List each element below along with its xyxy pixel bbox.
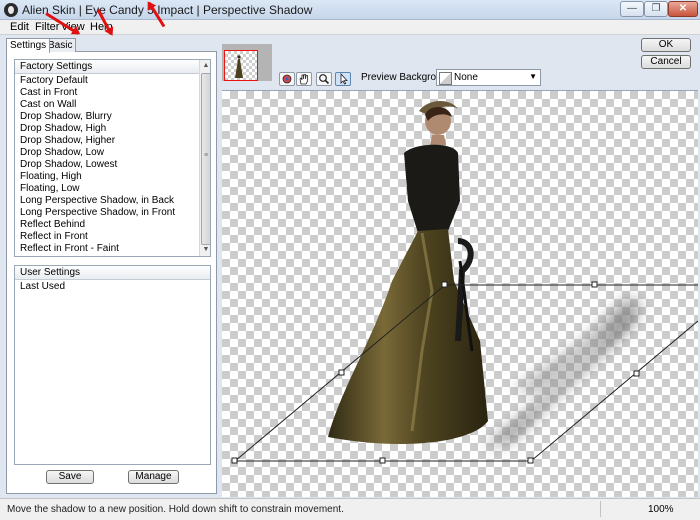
user-settings-header: User Settings [15,266,210,280]
close-button[interactable]: ✕ [668,1,698,17]
list-item[interactable]: Reflect in Front - Faint [15,243,198,255]
list-item[interactable]: Drop Shadow, Lowest [15,159,198,171]
minimize-button[interactable]: — [620,1,644,17]
save-button[interactable]: Save [46,470,94,484]
menu-filter[interactable]: Filter [35,21,59,33]
list-item[interactable]: Drop Shadow, Blurry [15,111,198,123]
preview-artwork [231,100,698,464]
list-item[interactable]: Floating, High [15,171,198,183]
title-bar: Alien Skin | Eye Candy 5 Impact | Perspe… [0,0,700,20]
ok-button[interactable]: OK [641,38,691,52]
factory-settings-list[interactable]: Factory Settings Factory Default Cast in… [14,59,211,257]
list-item[interactable]: Last Used [15,281,198,293]
preview-canvas[interactable] [222,90,698,497]
grip-icon: ≡ [204,152,209,159]
status-hint: Move the shadow to a new position. Hold … [7,504,344,515]
zoom-icon[interactable] [316,72,332,86]
list-item[interactable]: Reflect Behind [15,219,198,231]
navigator-thumbnail-figure [235,55,243,78]
chevron-down-icon: ▼ [529,72,537,81]
woman-figure [328,100,488,444]
list-item[interactable]: Cast in Front [15,87,198,99]
maximize-button[interactable]: ❐ [644,1,668,17]
list-item[interactable]: Reflect in Front [15,231,198,243]
list-item[interactable]: Floating, Low [15,183,198,195]
list-item[interactable]: Drop Shadow, High [15,123,198,135]
eyedropper-icon[interactable] [279,72,295,86]
list-item[interactable]: Long Perspective Shadow, in Front [15,207,198,219]
preview-background-value: None [454,72,478,83]
list-item[interactable]: Drop Shadow, Higher [15,135,198,147]
zoom-level: 100% [648,504,674,515]
list-item[interactable]: Factory Default [15,75,198,87]
list-item[interactable]: Long Perspective Shadow, in Back [15,195,198,207]
window-title: Alien Skin | Eye Candy 5 Impact | Perspe… [22,3,313,17]
factory-list-scrollbar[interactable]: ▲ ≡ ▼ [199,60,210,256]
hand-icon[interactable] [296,72,312,86]
cancel-button[interactable]: Cancel [641,55,691,69]
tab-settings[interactable]: Settings [6,38,51,53]
status-divider [600,501,601,517]
list-item[interactable]: Drop Shadow, Low [15,147,198,159]
manage-button[interactable]: Manage [128,470,179,484]
background-swatch-icon [439,72,452,85]
scroll-down-icon[interactable]: ▼ [200,244,210,256]
scroll-up-icon[interactable]: ▲ [200,60,210,72]
list-item[interactable]: Cast on Wall [15,99,198,111]
app-logo-icon [4,3,18,17]
preview-background-select[interactable]: None ▼ [436,69,541,86]
arrow-pointer-icon[interactable] [335,72,351,86]
scroll-thumb[interactable]: ≡ [201,73,210,245]
factory-settings-header: Factory Settings [15,60,210,74]
menu-edit[interactable]: Edit [10,21,29,33]
user-settings-list[interactable]: User Settings Last Used [14,265,211,465]
status-bar: Move the shadow to a new position. Hold … [0,498,700,520]
